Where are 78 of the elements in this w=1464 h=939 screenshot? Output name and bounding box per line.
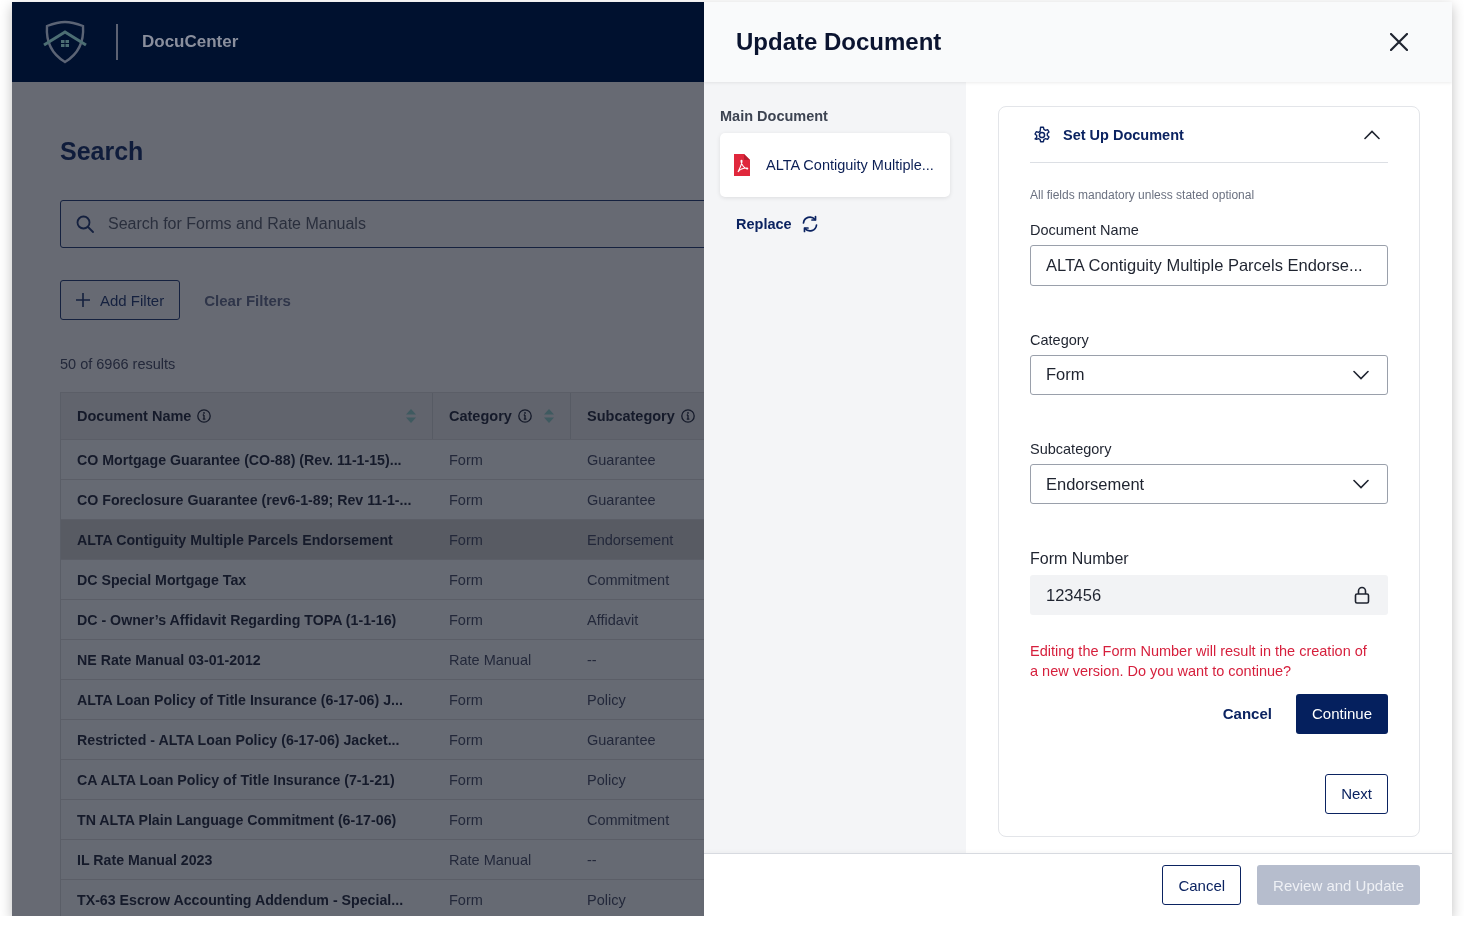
table-cell-text: IL Rate Manual 2023 (76, 851, 214, 868)
table-cell-text: Form (448, 691, 484, 708)
table-cell-text: Policy (586, 771, 627, 788)
table-cell-text: Policy (586, 891, 627, 908)
section-title: Set Up Document (1063, 126, 1185, 143)
table-cell-text: Form (448, 811, 484, 828)
table-cell-text: Form (448, 491, 484, 508)
table-cell-text: DC Special Mortgage Tax (76, 571, 248, 588)
table-cell-text: Form (448, 731, 484, 748)
search-icon (76, 215, 94, 233)
text-field[interactable]: ALTA Contiguity Multiple Parcels Endorse... (1030, 245, 1388, 286)
table-cell-text: NE Rate Manual 03-01-2012 (76, 651, 262, 668)
table-cell-text: TX-63 Escrow Accounting Addendum - Special... (76, 891, 405, 908)
table-cell-text: Form (448, 771, 484, 788)
form-note: All fields mandatory unless stated optional (1030, 188, 1256, 203)
field-label: Category (1030, 331, 1090, 348)
continue-button[interactable]: Continue (1295, 694, 1388, 734)
table-cell-text: -- (586, 651, 598, 668)
table-cell-text: Commitment (586, 811, 671, 828)
chevron-up-icon (1364, 129, 1380, 140)
column-header[interactable]: Document Name (61, 393, 433, 439)
close-icon (1390, 33, 1408, 51)
dropdown-field[interactable]: Form (1030, 354, 1388, 395)
document-card[interactable]: ALTA Contiguity Multiple... (720, 133, 950, 197)
search-field[interactable]: Search for Forms and Rate Manuals (60, 200, 704, 248)
table-cell-text: Form (448, 451, 484, 468)
table-cell-text: Form (448, 611, 484, 628)
field-label: Form Number (1030, 550, 1130, 569)
sort-icon (406, 409, 416, 423)
table-cell-text: Form (448, 891, 484, 908)
page-title: Search (60, 136, 145, 167)
chevron-down-icon (1353, 369, 1369, 380)
table-cell-text: DC - Owner’s Affidavit Regarding TOPA (1-1-16) (76, 611, 398, 628)
table-cell-text: Rate Manual (448, 851, 533, 868)
pdf-file-icon (732, 153, 752, 177)
dropdown-field[interactable]: Endorsement (1030, 464, 1388, 505)
cancel-button[interactable]: Cancel (1162, 865, 1242, 905)
table-cell-text: Guarantee (586, 731, 657, 748)
column-header[interactable]: Category (433, 393, 571, 439)
field-label: Document Name (1030, 222, 1140, 239)
warning-message: Editing the Form Number will result in the creation of a new version. Do you want to continue? (1030, 642, 1368, 681)
table-cell-text: CA ALTA Loan Policy of Title Insurance (7-1-21) (76, 771, 396, 788)
table-cell-text: CO Mortgage Guarantee (CO-88) (Rev. 11-1-15)... (76, 451, 403, 468)
table-cell-text: CO Foreclosure Guarantee (rev6-1-89; Rev 11-1-... (76, 491, 413, 508)
info-icon (680, 409, 695, 423)
table-cell-text: Commitment (586, 571, 671, 588)
locked-field: 123456 (1030, 575, 1388, 615)
settings-icon (1033, 125, 1051, 144)
table-cell-text: ALTA Contiguity Multiple Parcels Endorsement (76, 531, 394, 548)
field-label: Subcategory (1030, 441, 1113, 457)
refresh-icon (800, 215, 819, 233)
plus-icon (76, 293, 90, 307)
drawer-title: Update Document (736, 28, 942, 56)
add-filter-button[interactable]: Add Filter (60, 280, 181, 320)
cancel-button[interactable]: Cancel (1222, 705, 1272, 723)
info-icon (197, 409, 212, 423)
lock-icon (1354, 586, 1370, 605)
info-icon (517, 409, 532, 423)
table-cell-text: Policy (586, 691, 627, 708)
table-cell-text: ALTA Loan Policy of Title Insurance (6-17-06) J... (76, 691, 404, 708)
table-cell-text: -- (586, 851, 598, 868)
table-cell-text: Form (448, 571, 484, 588)
clear-filters-button[interactable]: Clear Filters (204, 291, 291, 309)
section-heading: Main Document (720, 108, 829, 124)
table-cell-text: Affidavit (586, 611, 640, 628)
table-cell-text: Restricted - ALTA Loan Policy (6-17-06) Jacket... (76, 731, 401, 748)
chevron-down-icon (1353, 479, 1369, 490)
table-cell-text: Rate Manual (448, 651, 533, 668)
next-button[interactable]: Next (1325, 774, 1388, 814)
table-cell-text: Guarantee (586, 491, 657, 508)
table-cell-text: Guarantee (586, 451, 657, 468)
file-name: ALTA Contiguity Multiple... (766, 157, 934, 173)
replace-button[interactable]: Replace (736, 215, 819, 233)
shield-house-icon (42, 20, 88, 64)
result-count: 50 of 6966 results (60, 356, 177, 372)
app-name: DocuCenter (142, 32, 239, 52)
table-cell-text: TN ALTA Plain Language Commitment (6-17-06) (76, 811, 398, 828)
sort-icon (544, 409, 554, 423)
